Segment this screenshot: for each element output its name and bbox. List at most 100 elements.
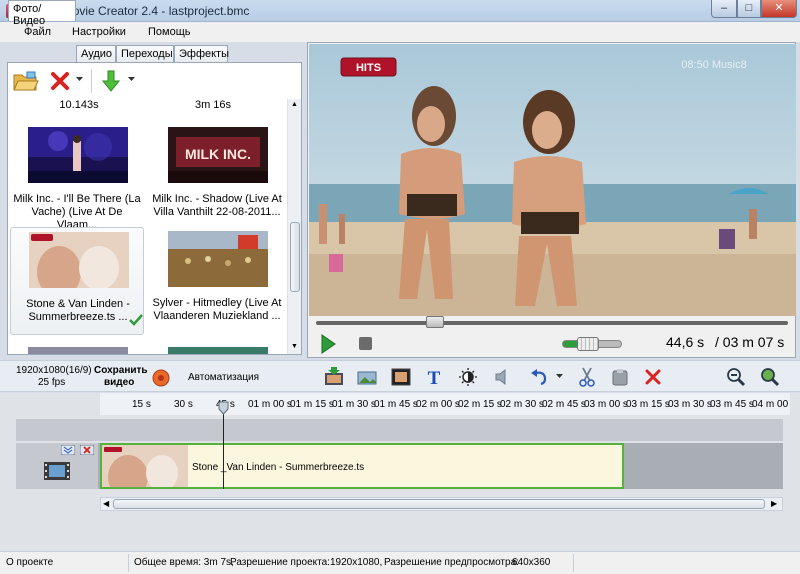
volume-icon[interactable] (494, 368, 510, 386)
cut-icon[interactable] (578, 367, 596, 387)
delete-clip-icon[interactable] (645, 369, 661, 385)
ruler-tick: 01 m 45 s (374, 399, 418, 410)
ruler-tick: 03 m 15 s (626, 399, 670, 410)
media-item[interactable]: Sylver - Hitmedley (Live At Vlaanderen M… (150, 227, 284, 335)
ruler-tick: 02 m 00 s (416, 399, 460, 410)
media-item-label: Sylver - Hitmedley (Live At Vlaanderen M… (152, 297, 282, 322)
maximize-button[interactable]: □ (737, 0, 761, 18)
image-icon[interactable] (357, 369, 377, 385)
remove-track-icon[interactable] (80, 445, 94, 455)
menu-settings[interactable]: Настройки (72, 26, 126, 38)
scroll-up-icon[interactable]: ▲ (291, 101, 298, 108)
title-bar: Bolide Movie Creator 2.4 - lastproject.b… (0, 0, 800, 22)
status-bar: О проекте Общее время: 3m 7s, Разрешение… (0, 551, 800, 574)
total-time: / 03 m 07 s (715, 334, 785, 350)
paste-icon[interactable] (611, 368, 629, 386)
media-item-label: Stone & Van Linden - Summerbreeze.ts ... (26, 298, 130, 323)
scroll-right-icon[interactable]: ▶ (771, 499, 777, 508)
timeline-clip[interactable]: Stone _Van Linden - Summerbreeze.ts (100, 443, 624, 489)
about-project-link[interactable]: О проекте (6, 557, 53, 568)
track-header (16, 443, 98, 489)
video-player: HITS 08:50 Music8 44,6 s / 03 m 07 s (307, 42, 796, 358)
playhead-line[interactable] (223, 405, 224, 489)
tab-photo-video[interactable]: Фото/Видео (8, 0, 76, 27)
seek-bar[interactable] (316, 316, 788, 328)
media-duration: 3m 16s (194, 99, 232, 111)
volume-knob[interactable] (577, 337, 599, 351)
play-icon[interactable] (320, 334, 336, 354)
minimize-button[interactable]: – (711, 0, 737, 18)
status-divider (573, 554, 574, 572)
playhead-marker[interactable] (218, 401, 229, 415)
media-toolbar (8, 63, 301, 97)
scrollbar-thumb[interactable] (290, 222, 300, 292)
clip-thumbnail (102, 445, 188, 487)
project-toolbar: 1920x1080(16/9) 25 fps Сохранить видео А… (0, 360, 800, 392)
ruler-tick: 03 m 30 s (668, 399, 712, 410)
video-thumbnail-partial[interactable] (168, 347, 268, 354)
media-item[interactable]: MILK INC. Milk Inc. - Shadow (Live At Vi… (150, 123, 284, 231)
menu-file[interactable]: Файл (24, 26, 51, 38)
ruler-tick: 02 m 30 s (500, 399, 544, 410)
add-video-icon[interactable] (323, 367, 345, 387)
ruler-tick: 01 m 00 s (248, 399, 292, 410)
slideshow-icon[interactable] (391, 368, 411, 386)
channel-logo-text: 08:50 Music8 (681, 59, 746, 71)
hits-badge-text: HITS (356, 62, 381, 74)
film-icon (44, 462, 70, 480)
project-fps[interactable]: 25 fps (38, 377, 65, 388)
scroll-down-icon[interactable]: ▼ (291, 343, 298, 350)
video-thumbnail-partial[interactable] (28, 347, 128, 354)
ruler-tick: 30 s (174, 399, 193, 410)
open-folder-icon[interactable] (13, 70, 39, 92)
chevron-down-icon[interactable] (128, 77, 136, 83)
seek-knob[interactable] (426, 316, 444, 328)
toolbar-divider (91, 69, 92, 93)
zoom-out-icon[interactable] (726, 367, 746, 387)
status-project-res-label: Разрешение проекта: (230, 557, 330, 568)
current-time: 44,6 s (666, 334, 705, 350)
media-scrollbar[interactable]: ▲ ▼ (287, 99, 301, 354)
checkmark-icon (129, 314, 143, 326)
ruler-tick: 04 m 00 (752, 399, 789, 410)
undo-icon[interactable] (530, 369, 548, 385)
media-item[interactable]: Milk Inc. - I'll Be There (La Vache) (Li… (10, 123, 144, 231)
status-divider (128, 554, 129, 572)
collapse-icon[interactable] (61, 445, 75, 455)
text-track[interactable] (16, 419, 783, 441)
zoom-fit-icon[interactable] (760, 367, 780, 387)
ruler-tick: 02 m 15 s (458, 399, 502, 410)
media-item-selected[interactable]: Stone & Van Linden - Summerbreeze.ts ... (10, 227, 144, 335)
close-button[interactable]: ✕ (761, 0, 797, 18)
stop-icon[interactable] (359, 337, 372, 350)
media-duration: 10.143s (59, 99, 99, 111)
chevron-down-icon[interactable] (556, 374, 564, 380)
project-resolution[interactable]: 1920x1080(16/9) (16, 365, 92, 376)
ruler-tick: 03 m 45 s (710, 399, 754, 410)
video-frame[interactable]: HITS 08:50 Music8 (309, 44, 796, 316)
menu-help[interactable]: Помощь (148, 26, 191, 38)
timeline: 15 s 30 s 45 s 01 m 00 s 01 m 15 s 01 m … (0, 393, 800, 551)
status-project-res: 1920x1080, (330, 557, 383, 568)
automation-button[interactable]: Автоматизация (188, 372, 259, 383)
video-thumbnail: MILK INC. (168, 127, 268, 183)
save-video-label[interactable]: Сохранить (94, 365, 148, 376)
brightness-icon[interactable] (459, 368, 477, 386)
video-thumbnail (28, 127, 128, 183)
scrollbar-thumb[interactable] (113, 499, 765, 509)
volume-slider[interactable] (562, 337, 622, 351)
arrow-down-icon[interactable] (101, 69, 121, 93)
clip-label: Stone _Van Linden - Summerbreeze.ts (192, 462, 365, 473)
save-video-label-2[interactable]: видео (104, 377, 134, 388)
text-icon[interactable]: T (425, 367, 443, 387)
media-item-label: Milk Inc. - Shadow (Live At Villa Vanthi… (152, 193, 282, 218)
video-thumbnail (29, 232, 129, 288)
delete-icon[interactable] (50, 71, 70, 91)
record-icon[interactable] (152, 369, 170, 387)
media-panel: 10.143s 3m 16s Milk Inc. - I'll Be There… (7, 62, 302, 355)
chevron-down-icon[interactable] (76, 77, 84, 83)
timeline-scrollbar[interactable]: ◀ ▶ (100, 497, 783, 511)
scroll-left-icon[interactable]: ◀ (103, 499, 109, 508)
ruler-tick: 15 s (132, 399, 151, 410)
timeline-ruler[interactable]: 15 s 30 s 45 s 01 m 00 s 01 m 15 s 01 m … (100, 393, 790, 415)
